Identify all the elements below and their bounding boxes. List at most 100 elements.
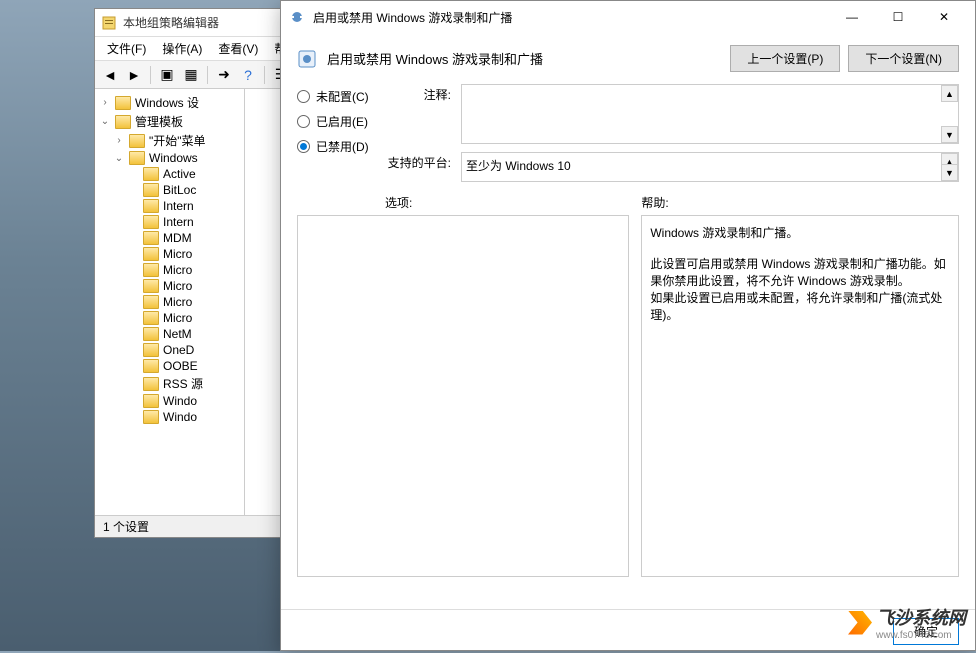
tree-toggle-icon[interactable]: ⌄	[99, 116, 111, 127]
tree-item[interactable]: RSS 源	[95, 374, 244, 393]
folder-icon	[143, 295, 159, 309]
forward-button[interactable]: ►	[123, 64, 145, 86]
settings-dialog: 启用或禁用 Windows 游戏录制和广播 — ☐ ✕ 启用或禁用 Window…	[280, 0, 976, 651]
settings-title: 启用或禁用 Windows 游戏录制和广播	[313, 9, 829, 26]
up-button[interactable]: ▣	[156, 64, 178, 86]
tree-item[interactable]: Windo	[95, 409, 244, 425]
comment-textbox[interactable]: ▲ ▼	[461, 84, 959, 144]
toolbar-sep	[150, 66, 151, 84]
tree-item-label: "开始"菜单	[149, 132, 206, 149]
radio-enabled[interactable]: 已启用(E)	[297, 109, 375, 134]
radio-not-configured[interactable]: 未配置(C)	[297, 84, 375, 109]
folder-icon	[143, 279, 159, 293]
tree-panel[interactable]: ›Windows 设 ⌄ 管理模板 › "开始"菜单⌄WindowsActive BitL…	[95, 89, 245, 515]
radio-indicator	[297, 140, 310, 153]
tree-item[interactable]: ⌄ 管理模板	[95, 112, 244, 131]
tree-item-label: Micro	[163, 311, 192, 325]
right-column: 注释: ▲ ▼ 支持的平台: 至少为 Windows 10 ▲ ▼	[385, 84, 959, 597]
radio-label: 已禁用(D)	[316, 138, 369, 155]
tree-item-label: Intern	[163, 199, 194, 213]
maximize-button[interactable]: ☐	[875, 2, 921, 32]
tree-item[interactable]: Windo	[95, 393, 244, 409]
tree-item-label: Windo	[163, 410, 197, 424]
folder-icon	[143, 410, 159, 424]
radio-group: 未配置(C) 已启用(E) 已禁用(D)	[297, 84, 375, 159]
menu-view[interactable]: 查看(V)	[210, 37, 266, 60]
menu-action[interactable]: 操作(A)	[154, 37, 210, 60]
tree-item[interactable]: NetM	[95, 326, 244, 342]
tree-item[interactable]: ›Windows 设	[95, 93, 244, 112]
tree-item[interactable]: OOBE	[95, 358, 244, 374]
radio-disabled[interactable]: 已禁用(D)	[297, 134, 375, 159]
settings-header: 启用或禁用 Windows 游戏录制和广播 上一个设置(P) 下一个设置(N)	[281, 33, 975, 84]
tree-item[interactable]: Micro	[95, 310, 244, 326]
tree-item[interactable]: › "开始"菜单	[95, 131, 244, 150]
tree-item-label: MDM	[163, 231, 192, 245]
prev-setting-button[interactable]: 上一个设置(P)	[730, 45, 840, 72]
tree-item-label: Micro	[163, 279, 192, 293]
next-setting-button[interactable]: 下一个设置(N)	[848, 45, 959, 72]
tree-item[interactable]: Micro	[95, 294, 244, 310]
show-hide-button[interactable]: ▦	[180, 64, 202, 86]
close-button[interactable]: ✕	[921, 2, 967, 32]
tree-toggle-icon[interactable]: ›	[113, 135, 125, 146]
options-label: 选项:	[385, 194, 629, 211]
toolbar-sep	[207, 66, 208, 84]
platform-row: 支持的平台: 至少为 Windows 10 ▲ ▼	[385, 152, 959, 182]
folder-icon	[143, 394, 159, 408]
folder-icon	[115, 96, 131, 110]
folder-icon	[143, 359, 159, 373]
platform-textbox: 至少为 Windows 10 ▲ ▼	[461, 152, 959, 182]
watermark: 飞沙系统网 www.fs0745.com	[848, 604, 966, 641]
radio-label: 已启用(E)	[316, 113, 368, 130]
platform-value: 至少为 Windows 10	[466, 159, 571, 173]
tree-item[interactable]: Micro	[95, 278, 244, 294]
tree-item[interactable]: MDM	[95, 230, 244, 246]
options-box[interactable]	[297, 215, 629, 577]
info-row: 选项: 帮助: Windows 游戏录制和广播。 此设置可启用或禁用 Windo…	[385, 194, 959, 577]
scroll-up-icon[interactable]: ▲	[941, 85, 958, 102]
scroll-down-icon[interactable]: ▼	[941, 126, 958, 143]
folder-icon	[143, 183, 159, 197]
back-button[interactable]: ◄	[99, 64, 121, 86]
folder-icon	[115, 115, 131, 129]
settings-header-title: 启用或禁用 Windows 游戏录制和广播	[327, 49, 720, 68]
menu-file[interactable]: 文件(F)	[99, 37, 154, 60]
tree-item[interactable]: Micro	[95, 246, 244, 262]
tree-toggle-icon[interactable]: ›	[99, 97, 111, 108]
tree-item-label: BitLoc	[163, 183, 196, 197]
tree-item-label: Intern	[163, 215, 194, 229]
tree-item-label: Active	[163, 167, 196, 181]
folder-icon	[143, 343, 159, 357]
minimize-button[interactable]: —	[829, 2, 875, 32]
watermark-logo-icon	[848, 611, 872, 635]
tree-item[interactable]: Micro	[95, 262, 244, 278]
gpedit-app-icon	[101, 15, 117, 31]
folder-icon	[143, 247, 159, 261]
comment-row: 注释: ▲ ▼	[385, 84, 959, 144]
tree-item-label: 管理模板	[135, 113, 183, 130]
tree-item[interactable]: ⌄Windows	[95, 150, 244, 166]
help-button[interactable]: ?	[237, 64, 259, 86]
gpedit-title: 本地组策略编辑器	[123, 14, 219, 31]
watermark-url: www.fs0745.com	[876, 630, 966, 641]
tree-item[interactable]: Active	[95, 166, 244, 182]
comment-label: 注释:	[385, 84, 461, 144]
scroll-down-icon[interactable]: ▼	[941, 164, 958, 181]
folder-icon	[143, 231, 159, 245]
tree-item-label: NetM	[163, 327, 192, 341]
watermark-text: 飞沙系统网	[876, 608, 966, 628]
tree-item[interactable]: Intern	[95, 214, 244, 230]
export-button[interactable]: ➜	[213, 64, 235, 86]
folder-icon	[143, 327, 159, 341]
help-label: 帮助:	[641, 194, 959, 211]
status-text: 1 个设置	[103, 518, 149, 535]
nav-buttons: 上一个设置(P) 下一个设置(N)	[730, 45, 959, 72]
tree-toggle-icon[interactable]: ⌄	[113, 153, 125, 164]
tree-item[interactable]: BitLoc	[95, 182, 244, 198]
tree-item[interactable]: Intern	[95, 198, 244, 214]
tree-item[interactable]: OneD	[95, 342, 244, 358]
tree-item-label: OOBE	[163, 359, 198, 373]
radio-indicator	[297, 115, 310, 128]
folder-icon	[143, 263, 159, 277]
